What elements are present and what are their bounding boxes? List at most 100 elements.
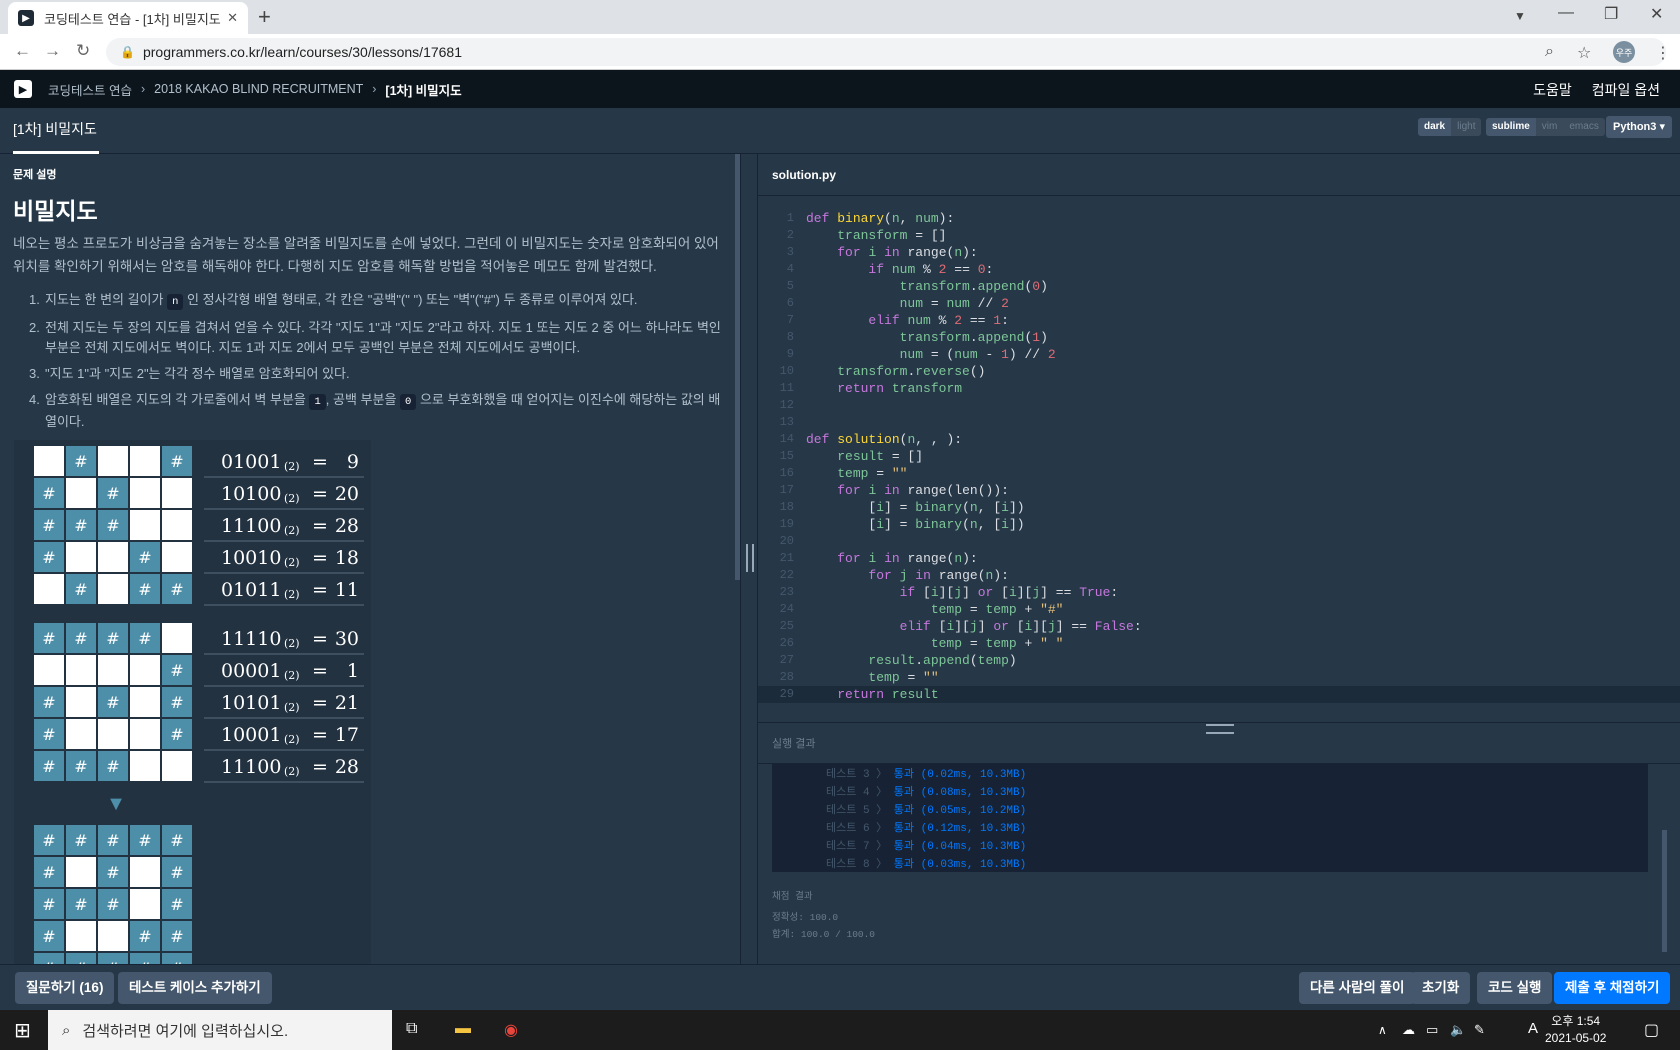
code-line[interactable]: 23 if [i][j] or [i][j] == True: [758, 584, 1680, 601]
map2-cell [34, 655, 64, 685]
code-line[interactable]: 16 temp = "" [758, 465, 1680, 482]
pen-icon[interactable]: ✎ [1474, 1022, 1485, 1038]
code-text: if [i][j] or [i][j] == True: [899, 585, 1119, 600]
other-solutions-button[interactable]: 다른 사람의 풀이 [1299, 972, 1416, 1004]
keymap-emacs-option[interactable]: emacs [1563, 118, 1605, 136]
zoom-icon[interactable]: ⌕ [1545, 43, 1554, 61]
code-line[interactable]: 8 transform.append(1) [758, 329, 1680, 346]
code-line[interactable]: 20 [758, 533, 1680, 550]
resize-grip-icon[interactable] [746, 544, 754, 572]
code-line[interactable]: 19 [i] = binary(n, [i]) [758, 516, 1680, 533]
url-input[interactable]: 🔒 programmers.co.kr/learn/courses/30/les… [106, 38, 1666, 66]
code-line[interactable]: 15 result = [] [758, 448, 1680, 465]
ask-question-button[interactable]: 질문하기 (16) [15, 972, 115, 1004]
code-line[interactable]: 13 [758, 414, 1680, 431]
code-line[interactable]: 29 return result [758, 686, 1680, 703]
result-resize-grip-icon[interactable] [1206, 724, 1234, 734]
breadcrumb-item-1[interactable]: 코딩테스트 연습 [48, 80, 132, 99]
code-line[interactable]: 17 for i in range(len()): [758, 482, 1680, 499]
wall-mark: # [170, 895, 183, 914]
secret-map-figure: # #01001 (2) = 9 # #10100 (2) = 20 # # #11100 (2) = 28 #… [14, 440, 371, 964]
base-label: (2) [284, 588, 300, 601]
language-select[interactable]: Python3 ▾ [1606, 116, 1672, 138]
bookmark-star-icon[interactable]: ☆ [1577, 43, 1591, 63]
close-window-icon[interactable]: ✕ [1650, 4, 1663, 24]
code-line[interactable]: 5 transform.append(0) [758, 278, 1680, 295]
code-line[interactable]: 14 def solution(n, , ): [758, 431, 1680, 448]
ime-indicator[interactable]: A [1528, 1020, 1538, 1037]
wall-mark: # [42, 548, 55, 567]
submit-button[interactable]: 제출 후 채점하기 [1554, 972, 1671, 1004]
new-tab-button[interactable]: + [258, 4, 271, 30]
code-area[interactable]: 1 def binary(n, num): 2 transform = [] 3 fo… [758, 210, 1680, 703]
code-line[interactable]: 3 for i in range(n): [758, 244, 1680, 261]
code-line[interactable]: 2 transform = [] [758, 227, 1680, 244]
code-line[interactable]: 7 elif num % 2 == 1: [758, 312, 1680, 329]
tray-chevron-icon[interactable]: ∧ [1378, 1023, 1387, 1037]
restore-icon[interactable]: ❐ [1604, 4, 1618, 24]
back-icon[interactable]: ← [14, 41, 31, 61]
avatar[interactable]: 우주 [1613, 41, 1635, 63]
wall-mark: # [170, 927, 183, 946]
chrome-icon[interactable]: ◉ [504, 1020, 518, 1040]
notification-icon[interactable]: ▢ [1644, 1020, 1659, 1040]
code-line[interactable]: 1 def binary(n, num): [758, 210, 1680, 227]
code-line[interactable]: 10 transform.reverse() [758, 363, 1680, 380]
programmers-logo-icon[interactable]: ▶ [14, 80, 32, 98]
code-text: temp = "" [837, 466, 908, 481]
code-line[interactable]: 26 temp = temp + " " [758, 635, 1680, 652]
map2-cell [98, 719, 128, 749]
code-editor[interactable]: solution.py 1 def binary(n, num): 2 transf… [758, 154, 1680, 722]
reload-icon[interactable]: ↻ [76, 41, 90, 61]
code-line[interactable]: 27 result.append(temp) [758, 652, 1680, 669]
decimal-row-value: 30 [335, 628, 359, 650]
theme-light-option[interactable]: light [1451, 118, 1482, 136]
compile-options-link[interactable]: 컴파일 옵션 [1592, 82, 1660, 98]
help-link[interactable]: 도움말 [1533, 82, 1572, 98]
code-line[interactable]: 12 [758, 397, 1680, 414]
breadcrumb-item-2[interactable]: 2018 KAKAO BLIND RECRUITMENT [154, 82, 363, 96]
code-line[interactable]: 4 if num % 2 == 0: [758, 261, 1680, 278]
task-view-icon[interactable]: ⧉ [406, 1020, 417, 1038]
code-line[interactable]: 18 [i] = binary(n, [i]) [758, 499, 1680, 516]
code-line[interactable]: 11 return transform [758, 380, 1680, 397]
forward-icon[interactable]: → [44, 41, 61, 61]
code-line[interactable]: 24 temp = temp + "#" [758, 601, 1680, 618]
close-tab-icon[interactable]: ✕ [227, 10, 238, 26]
minimize-icon[interactable]: — [1558, 4, 1574, 22]
volume-muted-icon[interactable]: 🔈 [1450, 1022, 1466, 1038]
code-text: return transform [837, 381, 963, 396]
code-line[interactable]: 6 num = num // 2 [758, 295, 1680, 312]
map1-cell [98, 574, 128, 604]
keymap-sublime-option[interactable]: sublime [1486, 118, 1536, 136]
map1-cell [66, 478, 96, 508]
line-number: 4 [786, 262, 794, 276]
code-text: transform.append(1) [899, 330, 1048, 345]
menu-kebab-icon[interactable]: ⋮ [1655, 43, 1671, 63]
clock-time: 오후 1:54 [1551, 1014, 1601, 1028]
pane-divider[interactable] [740, 154, 758, 964]
code-line[interactable]: 25 elif [i][j] or [i][j] == False: [758, 618, 1680, 635]
windows-start-icon[interactable]: ⊞ [14, 1018, 31, 1043]
theme-dark-option[interactable]: dark [1418, 118, 1452, 136]
code-line[interactable]: 22 for j in range(n): [758, 567, 1680, 584]
run-code-button[interactable]: 코드 실행 [1477, 972, 1553, 1004]
profile-dropdown-icon[interactable]: ▼ [1514, 9, 1526, 23]
wall-mark: # [106, 863, 119, 882]
code-line[interactable]: 9 num = (num - 1) // 2 [758, 346, 1680, 363]
code-line[interactable]: 28 temp = "" [758, 669, 1680, 686]
code-line[interactable]: 21 for i in range(n): [758, 550, 1680, 567]
file-explorer-icon[interactable]: ▬ [455, 1020, 471, 1038]
onedrive-cloud-icon[interactable]: ☁ [1402, 1022, 1415, 1038]
taskbar-search-input[interactable]: ⌕ 검색하려면 여기에 입력하십시오. [48, 1010, 392, 1050]
system-clock[interactable]: 오후 1:54 2021-05-02 [1545, 1013, 1606, 1047]
browser-tab[interactable]: ▶ 코딩테스트 연습 - [1차] 비밀지도 ✕ [8, 2, 248, 34]
tab-problem-title[interactable]: [1차] 비밀지도 [13, 108, 99, 154]
result-scrollbar[interactable] [1662, 830, 1667, 952]
keymap-vim-option[interactable]: vim [1535, 118, 1564, 136]
code-text: for i in range(n): [837, 551, 978, 566]
reset-button[interactable]: 초기화 [1411, 972, 1471, 1004]
add-test-case-button[interactable]: 테스트 케이스 추가하기 [118, 972, 272, 1004]
network-icon[interactable]: ▭ [1426, 1022, 1438, 1038]
